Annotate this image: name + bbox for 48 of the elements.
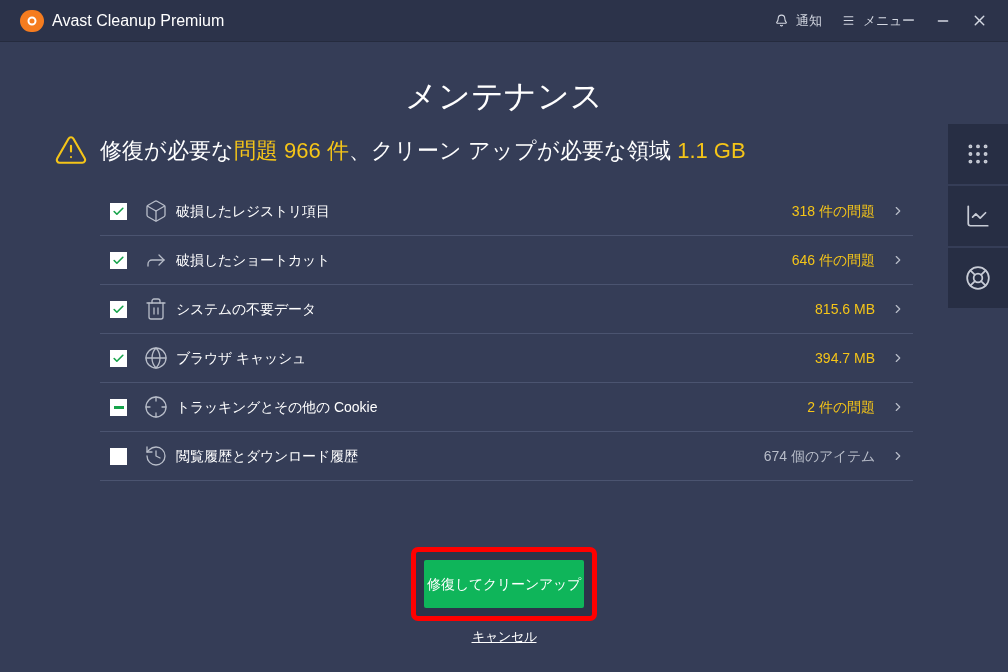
logo-icon <box>20 9 44 32</box>
item-value: 318 件の問題 <box>791 201 875 221</box>
checkbox[interactable] <box>110 349 127 367</box>
item-label: トラッキングとその他の Cookie <box>176 397 378 417</box>
menu-button[interactable]: メニュー <box>842 10 915 31</box>
checkbox[interactable] <box>110 202 127 220</box>
lifebuoy-icon <box>965 265 991 291</box>
window-title: Avast Cleanup Premium <box>52 10 225 31</box>
cleanup-row[interactable]: トラッキングとその他の Cookie 2 件の問題 <box>100 383 913 432</box>
cleanup-row[interactable]: 破損したレジストリ項目 318 件の問題 <box>100 187 913 236</box>
side-tab[interactable] <box>948 186 1008 246</box>
check-icon <box>112 351 125 365</box>
crosshair-icon <box>144 395 168 419</box>
item-label: 閲覧履歴とダウンロード履歴 <box>176 446 358 466</box>
side-tab[interactable] <box>948 124 1008 184</box>
checkbox[interactable] <box>110 251 127 269</box>
item-value: 646 件の問題 <box>791 250 875 270</box>
page-heading: メンテナンス <box>405 77 603 116</box>
menu-icon <box>842 14 855 27</box>
check-icon <box>112 302 125 316</box>
checkbox[interactable] <box>110 300 127 318</box>
cleanup-row[interactable]: 破損したショートカット 646 件の問題 <box>100 236 913 285</box>
cancel-link[interactable]: キャンセル <box>471 627 537 647</box>
cleanup-row[interactable]: ブラウザ キャッシュ 394.7 MB <box>100 334 913 383</box>
cleanup-row[interactable]: システムの不要データ 815.6 MB <box>100 285 913 334</box>
summary-text: 修復が必要な問題 966 件、クリーン アップが必要な領域 1.1 GB <box>100 136 746 165</box>
line-chart-icon <box>965 203 991 229</box>
check-icon <box>112 204 125 218</box>
item-value: 815.6 MB <box>815 299 875 319</box>
item-label: 破損したレジストリ項目 <box>176 201 330 221</box>
bell-icon <box>775 14 788 27</box>
item-value: 674 個のアイテム <box>763 446 875 466</box>
globe-icon <box>144 346 168 370</box>
check-icon <box>112 253 125 267</box>
item-label: システムの不要データ <box>176 299 316 319</box>
cube-icon <box>144 199 168 223</box>
warning-icon <box>54 133 88 167</box>
checkbox[interactable] <box>110 398 127 416</box>
item-label: 破損したショートカット <box>176 250 330 270</box>
side-tab[interactable] <box>948 248 1008 308</box>
item-label: ブラウザ キャッシュ <box>176 348 306 368</box>
item-value: 394.7 MB <box>815 348 875 368</box>
cleanup-row[interactable]: 閲覧履歴とダウンロード履歴 674 個のアイテム <box>100 432 913 481</box>
notifications-button[interactable]: 通知 <box>775 10 822 31</box>
item-value: 2 件の問題 <box>807 397 875 417</box>
checkbox[interactable] <box>110 447 127 465</box>
history-icon <box>144 444 168 468</box>
trash-icon <box>144 297 168 321</box>
